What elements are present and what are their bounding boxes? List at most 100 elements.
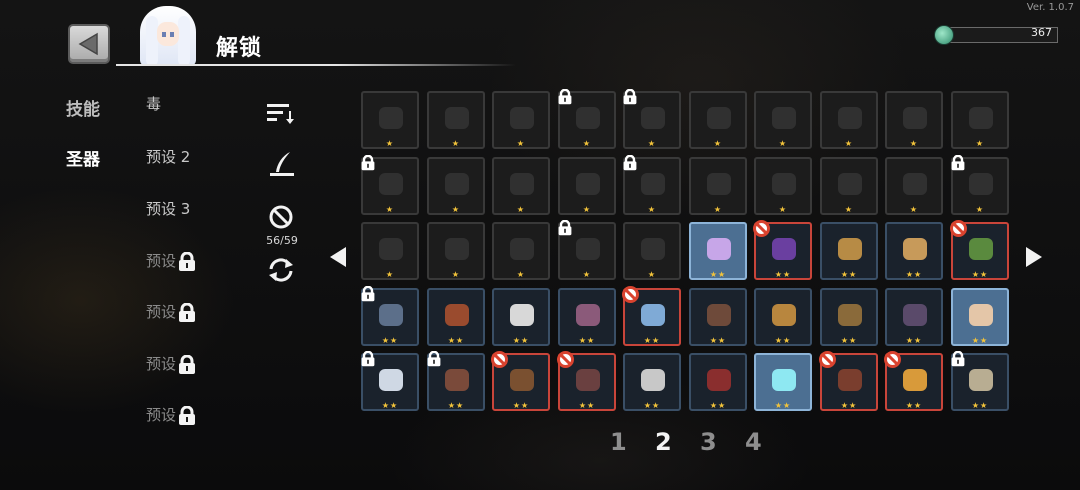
tab-skills[interactable]: 技能 [66,95,100,120]
preset-item[interactable]: 预设 [146,301,197,323]
relic-slot[interactable]: ★★ [558,288,616,346]
lock-icon[interactable] [360,350,376,367]
relic-slot[interactable]: ★★ [622,286,681,346]
tab-relics[interactable]: 圣器 [66,145,100,170]
relic-slot[interactable]: ★ [557,219,616,280]
relic-slot[interactable]: ★ [951,91,1009,149]
relic-slot[interactable]: ★★ [689,222,747,280]
lock-icon [177,251,197,272]
relic-slot[interactable]: ★ [558,157,616,215]
ban-icon[interactable] [753,220,770,237]
lock-icon[interactable] [557,88,573,105]
relic-slot[interactable]: ★ [361,222,419,280]
lock-icon[interactable] [622,154,638,171]
relic-slot[interactable]: ★★ [427,288,485,346]
relic-slot[interactable]: ★★ [885,288,943,346]
relic-slot[interactable]: ★ [492,91,550,149]
ban-icon[interactable] [819,351,836,368]
relic-slot[interactable]: ★ [557,88,616,149]
relic-slot[interactable]: ★★ [426,350,485,411]
relic-slot[interactable]: ★ [492,222,550,280]
preset-item[interactable]: 预设 2 [146,146,190,167]
relic-slot[interactable]: ★★ [360,285,419,346]
relic-slot[interactable]: ★ [360,154,419,215]
prev-page-arrow[interactable] [330,247,346,267]
page-title: 解锁 [216,36,263,61]
necklace-icon [510,107,534,129]
lock-icon[interactable] [360,285,376,302]
page-1-button[interactable]: 1 [610,428,627,456]
lock-icon[interactable] [426,350,442,367]
lock-icon[interactable] [622,88,638,105]
preset-item[interactable]: 毒 [146,93,161,114]
relic-slot[interactable]: ★ [492,157,550,215]
relic-slot[interactable]: ★ [622,88,681,149]
relic-slot[interactable]: ★★ [950,220,1009,280]
ban-icon[interactable] [950,220,967,237]
relic-slot[interactable]: ★★ [689,353,747,411]
pod-icon [576,369,600,391]
ban-icon[interactable] [491,351,508,368]
relic-slot[interactable]: ★★ [820,222,878,280]
relic-slot[interactable]: ★ [622,154,681,215]
banner-icon [969,173,993,195]
relic-slot[interactable]: ★ [885,157,943,215]
lock-icon[interactable] [557,219,573,236]
relic-slot[interactable]: ★★ [753,220,812,280]
ban-icon[interactable] [884,351,901,368]
page-4-button[interactable]: 4 [745,428,762,456]
relic-slot[interactable]: ★ [689,91,747,149]
ban-icon[interactable] [557,351,574,368]
shell-icon [903,238,927,260]
relic-slot[interactable]: ★ [754,91,812,149]
relic-slot[interactable]: ★★ [491,351,550,411]
relic-slot[interactable]: ★★ [950,350,1009,411]
relic-slot[interactable]: ★ [885,91,943,149]
relic-slot[interactable]: ★★ [884,351,943,411]
star-rating: ★★ [447,401,465,410]
relic-slot[interactable]: ★ [427,157,485,215]
relic-slot[interactable]: ★★ [885,222,943,280]
lock-icon[interactable] [360,154,376,171]
relic-slot[interactable]: ★★ [951,288,1009,346]
star-rating: ★★ [709,336,727,345]
refresh-icon[interactable] [266,257,296,283]
bomb-icon [576,238,600,260]
sort-icon[interactable] [267,102,295,126]
relic-slot[interactable]: ★ [689,157,747,215]
relic-slot[interactable]: ★ [427,222,485,280]
relic-slot[interactable]: ★ [427,91,485,149]
preset-item[interactable]: 预设 [146,404,197,426]
ban-icon[interactable] [622,286,639,303]
relic-slot[interactable]: ★★ [754,353,812,411]
quill-icon[interactable] [268,150,296,178]
relic-slot[interactable]: ★★ [689,288,747,346]
lock-icon[interactable] [950,154,966,171]
relic-slot[interactable]: ★★ [492,288,550,346]
relic-slot[interactable]: ★ [361,91,419,149]
star-rating: ★ [647,270,657,279]
relic-slot[interactable]: ★ [820,157,878,215]
relic-slot[interactable]: ★★ [623,353,681,411]
relic-slot[interactable]: ★★ [820,288,878,346]
lock-icon[interactable] [950,350,966,367]
relic-slot[interactable]: ★ [950,154,1009,215]
relic-slot[interactable]: ★★ [819,351,878,411]
page-3-button[interactable]: 3 [700,428,717,456]
next-page-arrow[interactable] [1026,247,1042,267]
star-rating: ★★ [643,401,661,410]
relic-slot[interactable]: ★★ [557,351,616,411]
preset-item[interactable]: 预设 [146,250,197,272]
back-button[interactable] [68,24,110,64]
page-2-button[interactable]: 2 [655,428,672,456]
star-rating: ★★ [381,336,399,345]
preset-item[interactable]: 预设 3 [146,198,190,219]
relic-slot[interactable]: ★ [623,222,681,280]
relic-slot[interactable]: ★ [754,157,812,215]
relic-slot[interactable]: ★ [820,91,878,149]
ban-icon[interactable] [268,204,294,230]
relic-slot[interactable]: ★★ [360,350,419,411]
preset-item[interactable]: 预设 [146,353,197,375]
relic-slot[interactable]: ★★ [754,288,812,346]
star-rating: ★ [713,139,723,148]
